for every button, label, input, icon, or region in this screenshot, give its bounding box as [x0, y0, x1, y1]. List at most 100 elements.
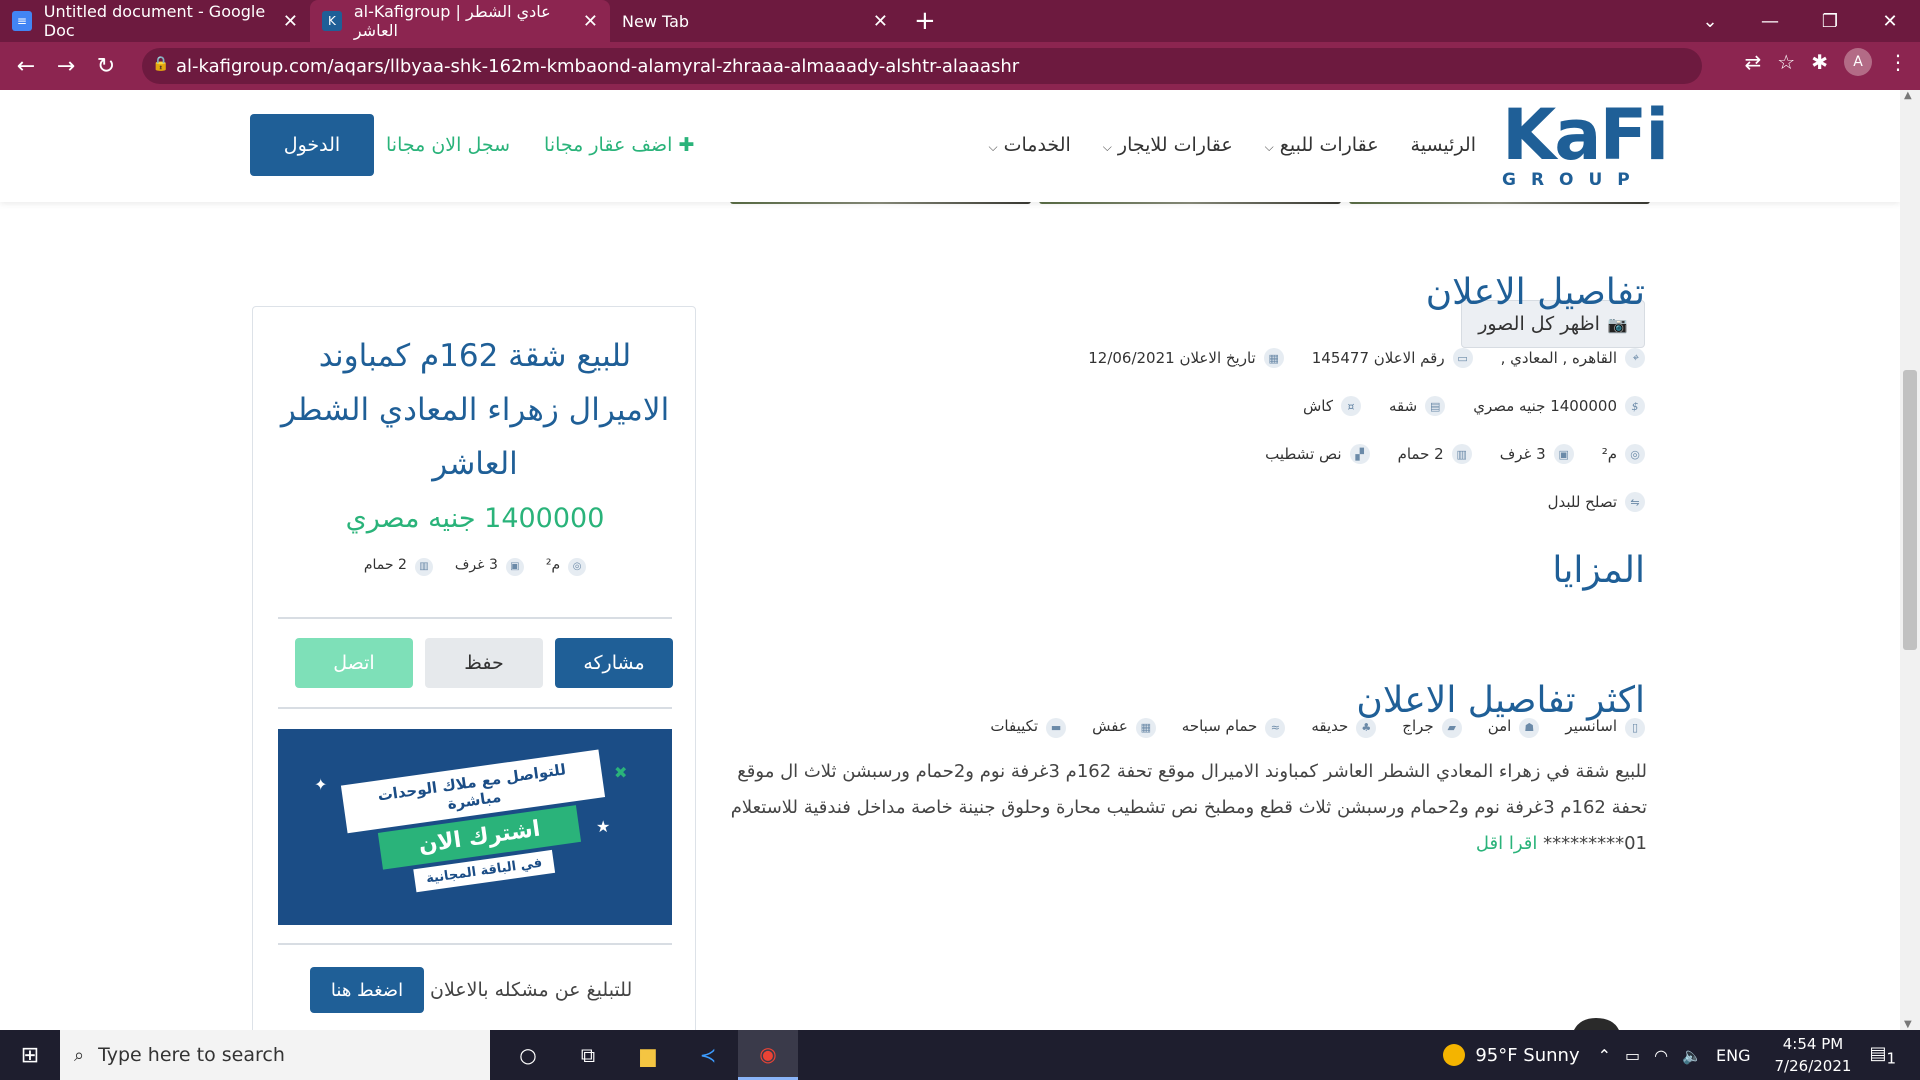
- close-icon[interactable]: ✕: [583, 11, 598, 32]
- share-button[interactable]: مشاركه: [555, 638, 673, 688]
- sofa-icon: ▦: [1135, 717, 1156, 738]
- divider: [278, 943, 672, 945]
- payment-meta: ¤ كاش: [1303, 396, 1362, 416]
- tab-search-icon[interactable]: ⌄: [1680, 11, 1740, 32]
- menu-kebab-icon[interactable]: ⋮: [1888, 50, 1908, 74]
- id-card-icon: ▭: [1452, 348, 1473, 368]
- login-button[interactable]: الدخول: [250, 114, 374, 176]
- chrome-icon[interactable]: ◉: [738, 1030, 798, 1080]
- tab-new-tab[interactable]: New Tab ✕: [610, 0, 900, 42]
- extensions-icon[interactable]: ✱: [1811, 50, 1828, 74]
- banner-text-block: للتواصل مع ملاك الوحدات مباشرة اشترك الا…: [340, 749, 615, 904]
- language-indicator[interactable]: ENG: [1716, 1046, 1750, 1065]
- nav-for-sale[interactable]: عقارات للبيع ⌵: [1265, 134, 1379, 156]
- notifications-icon[interactable]: ▤1: [1869, 1043, 1896, 1068]
- close-icon[interactable]: ✕: [283, 11, 298, 32]
- bookmark-star-icon[interactable]: ☆: [1777, 50, 1795, 74]
- tab-kafigroup[interactable]: K al-Kafigroup | عادي الشطر العاشر ✕: [310, 0, 610, 42]
- forward-icon[interactable]: →: [46, 54, 86, 79]
- page-scrollbar[interactable]: ▲ ▼: [1900, 90, 1920, 1030]
- profile-avatar[interactable]: A: [1844, 48, 1872, 76]
- scrollbar-thumb[interactable]: [1903, 370, 1917, 650]
- close-window-icon[interactable]: ✕: [1860, 11, 1920, 32]
- price-meta: $1400000 جنيه مصري: [1473, 396, 1645, 416]
- notification-count: 1: [1886, 1049, 1896, 1068]
- cash-icon: ¤: [1341, 396, 1362, 416]
- subscribe-banner[interactable]: ✦ ★ ✖ للتواصل مع ملاك الوحدات مباشرة اشت…: [278, 729, 672, 925]
- logo-wordmark: KaFi: [1502, 94, 1669, 176]
- nav-label: عقارات للايجار: [1117, 134, 1233, 156]
- address-toolbar: ← → ↻ 🔒 al-kafigroup.com/aqars/llbyaa-sh…: [0, 42, 1920, 90]
- nav-for-rent[interactable]: عقارات للايجار ⌵: [1103, 134, 1233, 156]
- file-explorer-icon[interactable]: ▆: [618, 1030, 678, 1080]
- clock[interactable]: 4:54 PM 7/26/2021: [1775, 1033, 1852, 1077]
- tab-google-docs[interactable]: ≡ Untitled document - Google Doc ✕: [0, 0, 310, 42]
- ad-number-meta: ▭ رقم الاعلان 145477: [1312, 348, 1473, 368]
- area-icon: ◎: [1625, 444, 1645, 464]
- air-conditioner-icon: ▬: [1046, 717, 1067, 738]
- close-icon[interactable]: ✕: [873, 11, 888, 32]
- windows-start-icon[interactable]: ⊞: [0, 1030, 60, 1080]
- back-icon[interactable]: ←: [6, 54, 46, 79]
- exchange-icon: ⇋: [1625, 492, 1645, 512]
- search-placeholder: Type here to search: [98, 1044, 285, 1066]
- nav-services[interactable]: الخدمات ⌵: [989, 134, 1071, 156]
- chevron-down-icon: ⌵: [1264, 140, 1274, 154]
- rooms-meta: ▣ 3 غرف: [1500, 444, 1574, 464]
- chevron-down-icon: ⌵: [988, 140, 998, 154]
- feature-pool: ≈حمام سباحه: [1182, 717, 1286, 738]
- kafi-icon: K: [322, 11, 342, 31]
- money-icon: $: [1625, 396, 1645, 416]
- listing-title: للبيع شقة 162م كمباوند الاميرال زهراء ال…: [280, 338, 670, 482]
- translate-icon[interactable]: ⇄: [1745, 50, 1762, 74]
- location-meta: ⌖ القاهره , المعادي ,: [1501, 348, 1645, 368]
- restore-icon[interactable]: ❐: [1800, 11, 1860, 32]
- taskbar-search-box[interactable]: ⌕ Type here to search: [60, 1030, 490, 1080]
- exchange-meta: ⇋ تصلح للبدل: [1548, 492, 1645, 512]
- save-button[interactable]: حفظ: [425, 638, 543, 688]
- show-all-photos-label: اظهر كل الصور: [1478, 313, 1600, 335]
- register-link[interactable]: سجل الان مجانا: [386, 134, 510, 156]
- bed-icon: ▣: [1553, 444, 1574, 464]
- ad-date-meta: ▦ تاريخ الاعلان 12/06/2021: [1088, 348, 1284, 368]
- listing-actions: اتصل حفظ مشاركه: [295, 638, 673, 688]
- weather-widget[interactable]: 95°F Sunny: [1443, 1044, 1580, 1066]
- meta-row-price: $1400000 جنيه مصري ▤ شقه ¤ كاش: [1303, 396, 1645, 416]
- new-tab-button[interactable]: +: [914, 0, 936, 42]
- divider: [278, 707, 672, 709]
- battery-icon[interactable]: ▭: [1625, 1046, 1640, 1065]
- tab-title: Untitled document - Google Doc: [43, 2, 266, 40]
- meta-row-exchange: ⇋ تصلح للبدل: [1548, 492, 1645, 512]
- scroll-up-icon[interactable]: ▲: [1904, 90, 1912, 101]
- chevron-up-icon[interactable]: ⌃: [1598, 1046, 1611, 1065]
- features-title: المزايا: [1552, 550, 1645, 591]
- report-text: للتبليغ عن مشكله بالاعلان: [430, 979, 633, 1001]
- volume-icon[interactable]: 🔈: [1682, 1046, 1702, 1065]
- author-avatar: [1574, 1018, 1619, 1030]
- add-property-link[interactable]: اضف عقار مجانا ✚: [544, 134, 694, 156]
- page-viewport: KaFi GROUP الرئيسية عقارات للبيع ⌵ عقارات…: [0, 90, 1900, 1030]
- nav-home[interactable]: الرئيسية: [1411, 134, 1476, 156]
- wifi-icon[interactable]: ◠: [1654, 1046, 1668, 1065]
- task-view-icon[interactable]: ⧉: [558, 1030, 618, 1080]
- docs-icon: ≡: [12, 11, 32, 31]
- scroll-down-icon[interactable]: ▼: [1904, 1019, 1912, 1030]
- report-button[interactable]: اضغط هنا: [310, 967, 424, 1013]
- minimize-icon[interactable]: —: [1740, 11, 1800, 32]
- details-title: تفاصيل الاعلان: [1425, 272, 1645, 313]
- listing-summary-card: للبيع شقة 162م كمباوند الاميرال زهراء ال…: [252, 306, 696, 1030]
- vscode-icon[interactable]: ≺: [678, 1030, 738, 1080]
- windows-taskbar: ⊞ ⌕ Type here to search ○ ⧉ ▆ ≺ ◉ 95°F S…: [0, 1030, 1920, 1080]
- area-meta: ◎ م²: [1602, 444, 1645, 464]
- sun-icon: [1443, 1044, 1466, 1066]
- reload-icon[interactable]: ↻: [86, 54, 126, 79]
- contact-button[interactable]: اتصل: [295, 638, 413, 688]
- baths-meta: ▥ 2 حمام: [1398, 444, 1472, 464]
- url-bar[interactable]: 🔒 al-kafigroup.com/aqars/llbyaa-shk-162m…: [142, 48, 1702, 84]
- site-logo[interactable]: KaFi GROUP: [1502, 94, 1669, 196]
- tab-title: New Tab: [622, 11, 690, 31]
- system-tray: 95°F Sunny ⌃ ▭ ◠ 🔈 ENG 4:54 PM 7/26/2021…: [1443, 1030, 1920, 1080]
- cortana-icon[interactable]: ○: [498, 1030, 558, 1080]
- logo-subtitle: GROUP: [1502, 170, 1645, 190]
- read-less-link[interactable]: اقرا اقل: [1476, 833, 1538, 854]
